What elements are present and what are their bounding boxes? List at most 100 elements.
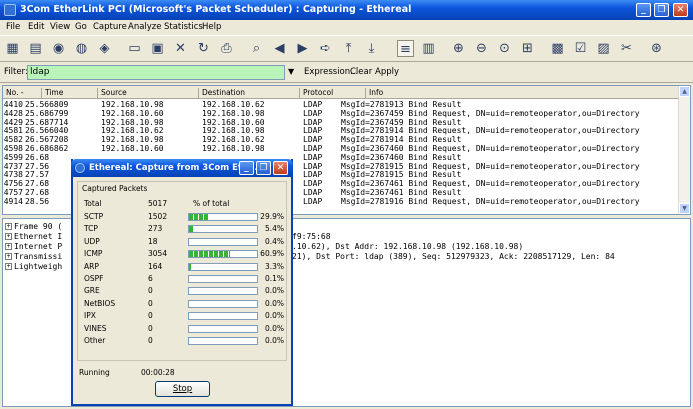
expand-icon[interactable]: + bbox=[5, 263, 12, 270]
protocol-percent-bar bbox=[188, 213, 258, 221]
packet-list-scrollbar[interactable]: ▲ ▼ bbox=[678, 86, 690, 214]
protocol-percent: 29.9% bbox=[260, 212, 284, 221]
table-row[interactable]: 4428 25.686799 192.168.10.60 192.168.10.98 L… bbox=[3, 108, 680, 118]
capture-filters-icon[interactable]: ▩ bbox=[549, 40, 566, 57]
menu-analyze[interactable]: Analyze bbox=[128, 22, 162, 32]
restart-capture-icon[interactable]: ◈ bbox=[96, 40, 113, 57]
detail-tree-item[interactable]: + Transmissi 21), Dst Port: ldap (389), Se… bbox=[5, 252, 615, 262]
menu-edit[interactable]: Edit bbox=[28, 22, 44, 32]
open-file-icon[interactable]: ▭ bbox=[126, 40, 143, 57]
go-to-first-icon[interactable]: ⤒ bbox=[340, 40, 357, 57]
zoom-normal-icon[interactable]: ⊙ bbox=[496, 40, 513, 57]
save-file-icon[interactable]: ▣ bbox=[149, 40, 166, 57]
protocol-name: OSPF bbox=[84, 274, 104, 283]
expand-icon[interactable]: + bbox=[5, 233, 12, 240]
protocol-count: 273 bbox=[148, 224, 163, 234]
protocol-percent-bar bbox=[188, 287, 258, 296]
protocol-percent-fill bbox=[189, 251, 231, 258]
detail-tree-item[interactable]: + Lightweigh bbox=[5, 262, 62, 272]
chevron-down-icon[interactable]: ▼ bbox=[288, 67, 294, 76]
protocol-percent: 0.0% bbox=[264, 311, 284, 321]
colorize-icon[interactable]: ≡ bbox=[397, 40, 414, 57]
protocol-name: GRE bbox=[84, 286, 100, 296]
clear-button[interactable]: Clear bbox=[350, 67, 372, 77]
packet-info: MsgId=2781916 Bind Request, DN=uid=remot… bbox=[341, 196, 640, 206]
dialog-maximize-button[interactable]: ❐ bbox=[256, 161, 271, 175]
column-header-protocol[interactable]: Protocol bbox=[303, 88, 366, 99]
detail-label: Ethernet I bbox=[14, 232, 63, 241]
protocol-percent-fill bbox=[189, 214, 210, 220]
filter-bar: Filter: ldap ▼ Expression... Clear Apply bbox=[0, 62, 693, 83]
protocol-count: 6 bbox=[148, 274, 153, 283]
detail-tree-item[interactable]: + Internet P .10.62), Dst Addr: 192.168.10… bbox=[5, 242, 523, 252]
detail-tree-item[interactable]: + Ethernet I f9:75:68 bbox=[5, 232, 331, 242]
packet-info: MsgId=2367459 Bind Request, DN=uid=remot… bbox=[341, 108, 640, 118]
column-header-source[interactable]: Source bbox=[101, 88, 199, 99]
preferences-icon[interactable]: ✂ bbox=[618, 40, 635, 57]
go-to-last-icon[interactable]: ⤓ bbox=[363, 40, 380, 57]
packet-list-header: No. - Time Source Destination Protocol I… bbox=[3, 86, 680, 99]
expand-icon[interactable]: + bbox=[5, 223, 12, 230]
capture-options-icon[interactable]: ▤ bbox=[27, 40, 44, 57]
maximize-button[interactable]: ❐ bbox=[654, 3, 669, 17]
detail-tree-item[interactable]: + Frame 90 ( bbox=[5, 222, 62, 232]
packet-protocol: LDAP bbox=[303, 196, 323, 206]
interfaces-icon[interactable]: ▦ bbox=[4, 40, 21, 57]
menu-file[interactable]: File bbox=[6, 22, 20, 32]
column-header-no[interactable]: No. - bbox=[6, 88, 42, 99]
dialog-minimize-button[interactable]: _ bbox=[239, 161, 254, 175]
go-back-icon[interactable]: ◀ bbox=[271, 40, 288, 57]
start-capture-icon[interactable]: ◉ bbox=[50, 40, 67, 57]
menu-view[interactable]: View bbox=[50, 22, 70, 32]
protocol-percent: 60.9% bbox=[260, 249, 284, 259]
stop-capture-icon[interactable]: ◍ bbox=[73, 40, 90, 57]
protocol-row: ICMP 3054 60.9% bbox=[78, 249, 288, 261]
coloring-rules-icon[interactable]: ▨ bbox=[595, 40, 612, 57]
expand-icon[interactable]: + bbox=[5, 253, 12, 260]
protocol-percent-bar bbox=[188, 237, 258, 246]
apply-button[interactable]: Apply bbox=[375, 67, 399, 77]
protocol-percent-fill bbox=[189, 263, 192, 270]
go-to-packet-icon[interactable]: ➪ bbox=[317, 40, 334, 57]
column-header-info[interactable]: Info bbox=[369, 88, 677, 99]
go-forward-icon[interactable]: ▶ bbox=[294, 40, 311, 57]
column-header-destination[interactable]: Destination bbox=[202, 88, 300, 99]
scroll-down-icon[interactable]: ▼ bbox=[679, 203, 690, 214]
scroll-up-icon[interactable]: ▲ bbox=[679, 86, 690, 97]
reload-icon[interactable]: ↻ bbox=[195, 40, 212, 57]
filter-input[interactable]: ldap bbox=[27, 65, 285, 80]
close-file-icon[interactable]: ✕ bbox=[172, 40, 189, 57]
protocol-count: 18 bbox=[148, 236, 158, 246]
menu-statistics[interactable]: Statistics bbox=[164, 22, 203, 32]
ethereal-app-icon bbox=[4, 4, 16, 16]
display-filters-icon[interactable]: ☑ bbox=[572, 40, 589, 57]
column-header-time[interactable]: Time bbox=[45, 88, 98, 99]
menu-bar: File Edit View Go Capture Analyze Statis… bbox=[0, 20, 693, 35]
zoom-in-icon[interactable]: ⊕ bbox=[450, 40, 467, 57]
find-packet-icon[interactable]: ⌕ bbox=[248, 40, 265, 57]
packet-destination: 192.168.10.98 bbox=[202, 144, 265, 153]
resize-columns-icon[interactable]: ⊞ bbox=[519, 40, 536, 57]
minimize-button[interactable]: _ bbox=[636, 3, 651, 17]
capture-dialog-title-bar[interactable]: Ethereal: Capture from 3Com Eth... _ ❐ ✕ bbox=[71, 159, 293, 177]
menu-capture[interactable]: Capture bbox=[93, 22, 127, 32]
menu-go[interactable]: Go bbox=[75, 22, 87, 32]
stop-button[interactable]: Stop bbox=[155, 381, 210, 397]
captured-packets-group: Captured Packets Total 5017 % of total S… bbox=[77, 181, 287, 361]
menu-help[interactable]: Help bbox=[202, 22, 221, 32]
detail-label: Transmissi bbox=[14, 252, 63, 261]
dialog-close-button[interactable]: ✕ bbox=[273, 161, 288, 175]
protocol-row: TCP 273 5.4% bbox=[78, 224, 288, 236]
zoom-out-icon[interactable]: ⊖ bbox=[473, 40, 490, 57]
captured-packets-label: Captured Packets bbox=[82, 184, 148, 193]
close-button[interactable]: ✕ bbox=[673, 3, 688, 17]
main-title-bar[interactable]: 3Com EtherLink PCI (Microsoft's Packet S… bbox=[0, 0, 693, 20]
help-icon[interactable]: ⊛ bbox=[648, 40, 665, 57]
protocol-row: SCTP 1502 29.9% bbox=[78, 212, 288, 224]
expand-icon[interactable]: + bbox=[5, 243, 12, 250]
packet-number: 4599 bbox=[3, 152, 23, 162]
detail-label: Frame 90 ( bbox=[14, 222, 63, 231]
print-icon[interactable]: ⎙ bbox=[218, 40, 235, 57]
auto-scroll-icon[interactable]: ▥ bbox=[420, 40, 437, 57]
capture-dialog: Ethereal: Capture from 3Com Eth... _ ❐ ✕… bbox=[71, 159, 293, 406]
